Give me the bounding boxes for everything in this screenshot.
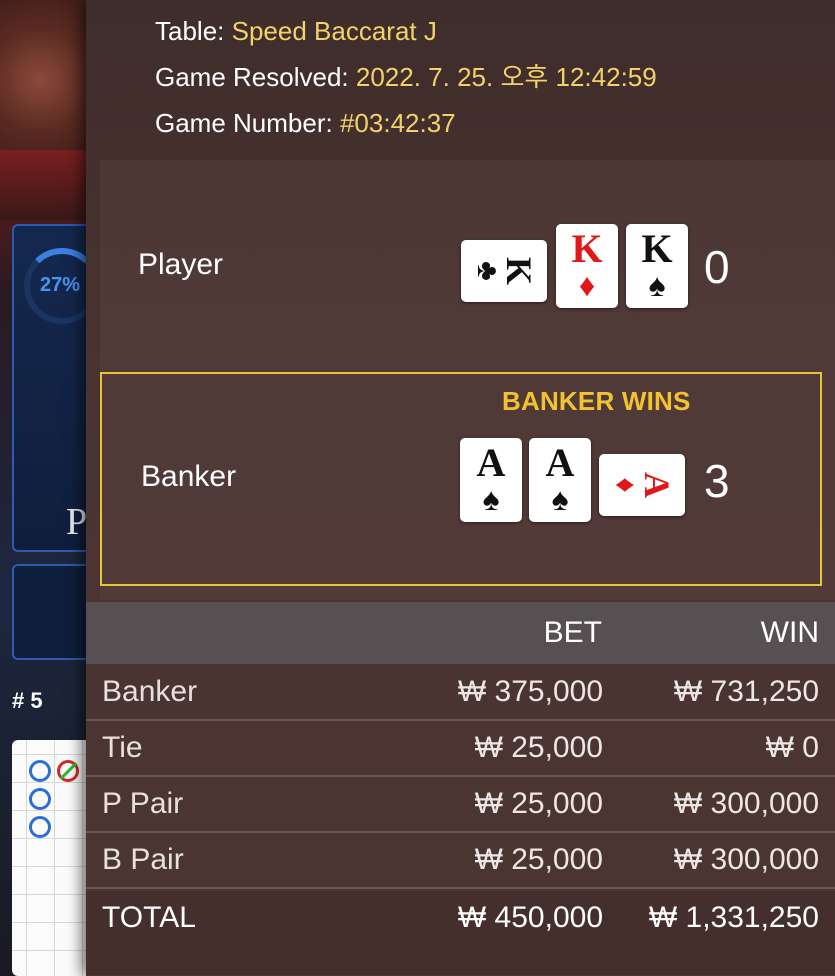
total-win-amount: ₩ 1,331,250 — [648, 901, 819, 934]
background-player-letter: P — [66, 501, 88, 543]
card-rank: A — [637, 472, 677, 498]
card-rank: A — [545, 440, 575, 485]
background-progress-text: 27% — [40, 274, 81, 296]
table-label: Table: — [155, 16, 225, 46]
total-bet-amount: ₩ 450,000 — [457, 901, 603, 934]
bet-type: P Pair — [102, 787, 184, 820]
card-rank: K — [641, 226, 673, 271]
banker-score: 3 — [704, 455, 730, 507]
game-number-value: #03:42:37 — [339, 108, 456, 138]
background-round-number: # 5 — [12, 688, 43, 713]
bet-amount: ₩ 25,000 — [474, 731, 603, 764]
player-score: 0 — [704, 241, 730, 293]
player-label: Player — [138, 248, 224, 281]
resolved-value: 2022. 7. 25. 오후 12:42:59 — [355, 62, 657, 92]
resolved-label: Game Resolved: — [155, 62, 349, 92]
game-history-panel: Table: Speed Baccarat J Game Resolved: 2… — [86, 0, 835, 976]
banker-card-1: A ♠ — [460, 438, 522, 522]
win-column-header: WIN — [760, 616, 819, 649]
club-suit-icon: ♣ — [470, 261, 504, 281]
win-amount: ₩ 300,000 — [673, 787, 819, 820]
banker-card-3: A ♦ — [599, 454, 685, 516]
table-row: B Pair ₩ 25,000 ₩ 300,000 — [86, 833, 835, 889]
bet-amount: ₩ 375,000 — [457, 675, 603, 708]
bet-type: Tie — [102, 731, 143, 764]
table-row: P Pair ₩ 25,000 ₩ 300,000 — [86, 777, 835, 833]
table-row: Tie ₩ 25,000 ₩ 0 — [86, 721, 835, 777]
win-amount: ₩ 300,000 — [673, 843, 819, 876]
game-number-label: Game Number: — [155, 108, 333, 138]
bet-type: B Pair — [102, 843, 184, 876]
total-label: TOTAL — [102, 901, 196, 934]
road-player-dot — [29, 788, 51, 810]
bet-column-header: BET — [543, 616, 602, 649]
game-number-info: Game Number: #03:42:37 — [155, 107, 456, 139]
card-rank: K — [498, 256, 539, 286]
bet-amount: ₩ 25,000 — [474, 843, 603, 876]
bet-type: Banker — [102, 675, 198, 708]
spade-suit-icon: ♠ — [648, 267, 666, 303]
spade-suit-icon: ♠ — [482, 481, 500, 517]
diamond-suit-icon: ♦ — [609, 477, 642, 493]
win-amount: ₩ 0 — [765, 731, 819, 764]
table-value: Speed Baccarat J — [231, 16, 437, 46]
card-rank: A — [476, 440, 506, 485]
player-card-1: K ♣ — [461, 240, 547, 302]
road-tie-dot — [57, 760, 79, 782]
player-card-2: K ♦ — [556, 224, 618, 308]
player-card-3: K ♠ — [626, 224, 688, 308]
win-amount: ₩ 731,250 — [673, 675, 819, 708]
table-row: Banker ₩ 375,000 ₩ 731,250 — [86, 665, 835, 721]
resolved-info: Game Resolved: 2022. 7. 25. 오후 12:42:59 — [155, 61, 657, 93]
bets-table-header: BET WIN — [86, 602, 835, 664]
background-table-edge — [0, 150, 90, 220]
spade-suit-icon: ♠ — [551, 481, 569, 517]
total-row: TOTAL ₩ 450,000 ₩ 1,331,250 — [86, 891, 835, 975]
banker-wins-banner: BANKER WINS — [502, 386, 691, 416]
diamond-suit-icon: ♦ — [578, 267, 596, 303]
card-rank: K — [571, 226, 603, 271]
bet-amount: ₩ 25,000 — [474, 787, 603, 820]
banker-card-2: A ♠ — [529, 438, 591, 522]
banker-label: Banker — [141, 460, 237, 493]
road-player-dot — [29, 760, 51, 782]
table-info: Table: Speed Baccarat J — [155, 15, 437, 47]
road-player-dot — [29, 816, 51, 838]
